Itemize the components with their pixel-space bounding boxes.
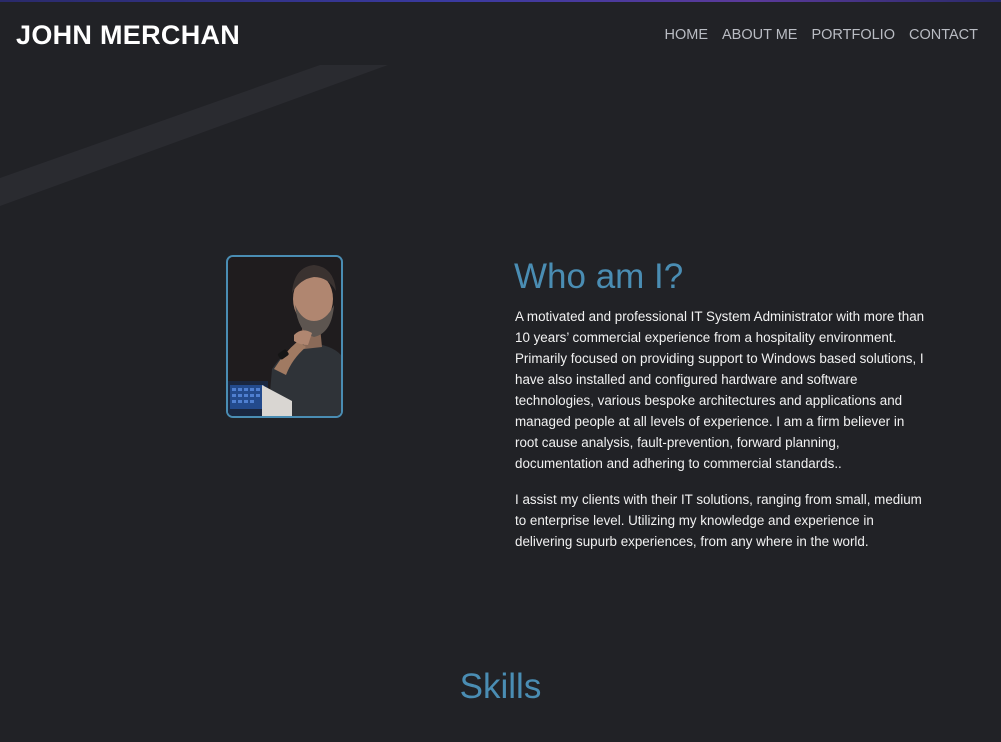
about-paragraph-2: I assist my clients with their IT soluti… [515, 492, 922, 549]
nav-item-portfolio[interactable]: PORTFOLIO [811, 26, 895, 44]
main-nav: HOME ABOUT ME PORTFOLIO CONTACT [664, 26, 978, 44]
nav-item-about-me[interactable]: ABOUT ME [722, 26, 797, 44]
nav-item-home[interactable]: HOME [664, 26, 708, 44]
about-text: A motivated and professional IT System A… [515, 306, 925, 567]
top-accent-bar [0, 0, 1001, 2]
about-paragraph-1: A motivated and professional IT System A… [515, 309, 925, 471]
profile-photo [226, 255, 343, 418]
site-brand[interactable]: JOHN MERCHAN [16, 20, 240, 50]
profile-photo-illustration [228, 257, 341, 416]
skills-title: Skills [459, 667, 542, 706]
nav-item-contact[interactable]: CONTACT [909, 26, 978, 44]
about-title: Who am I? [514, 257, 684, 296]
